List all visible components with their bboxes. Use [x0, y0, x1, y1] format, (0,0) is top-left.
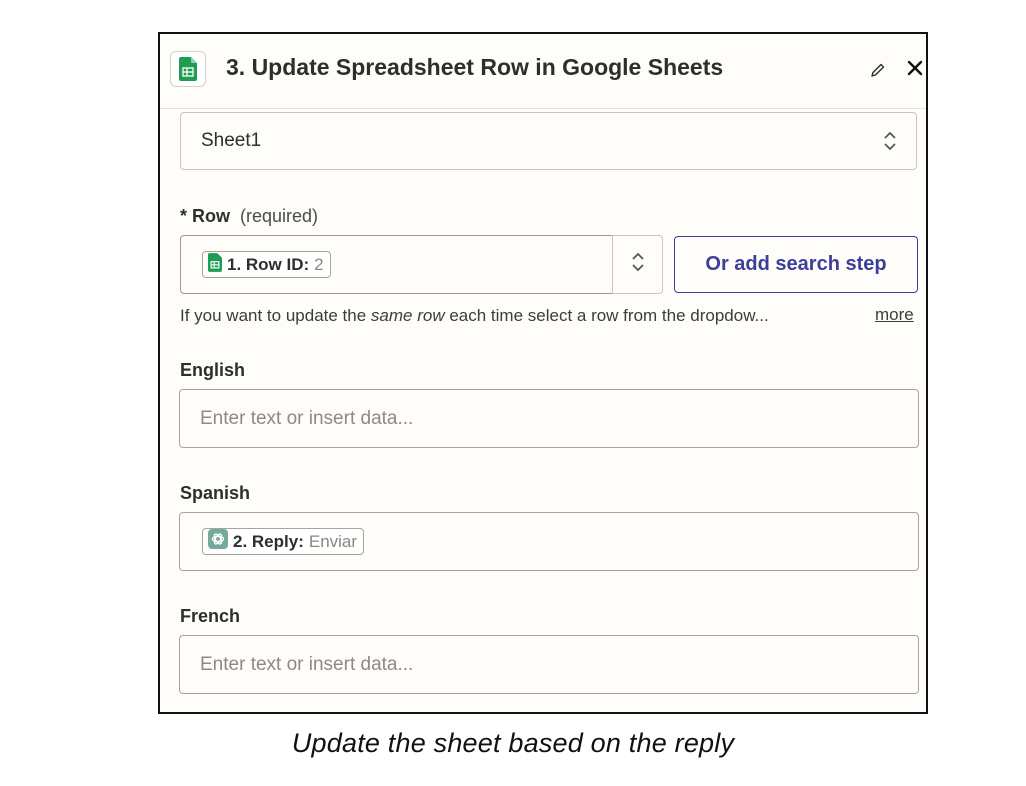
google-sheets-icon [208, 252, 222, 277]
pill-value: 2 [314, 254, 324, 274]
chevron-up-down-icon [882, 129, 898, 158]
row-input[interactable]: 1. Row ID: 2 [180, 235, 612, 294]
spanish-field[interactable]: 2. Reply: Enviar [179, 512, 919, 571]
row-label: * Row (required) [180, 206, 318, 227]
add-search-step-button[interactable]: Or add search step [674, 236, 918, 293]
help-suffix: each time select a row from the dropdow.… [444, 306, 769, 325]
row-id-pill[interactable]: 1. Row ID: 2 [202, 251, 331, 278]
pencil-icon[interactable] [866, 58, 890, 82]
french-label: French [180, 606, 241, 626]
french-input[interactable] [180, 636, 918, 693]
english-field[interactable] [179, 389, 919, 448]
help-prefix: If you want to update the [180, 306, 371, 325]
figure-caption: Update the sheet based on the reply [291, 728, 735, 758]
pill-label: 1. Row ID: [227, 254, 310, 274]
pill-value: Enviar [308, 531, 358, 551]
google-sheets-icon [170, 51, 206, 87]
more-link[interactable]: more [875, 305, 914, 325]
row-label-text: * Row [180, 206, 231, 226]
row-dropdown-toggle[interactable] [612, 235, 663, 294]
row-help-text: If you want to update the same row each … [180, 306, 769, 326]
french-field[interactable] [179, 635, 919, 694]
required-note: (required) [240, 206, 319, 226]
worksheet-select[interactable]: Sheet1 [180, 112, 917, 170]
spanish-label: Spanish [180, 483, 251, 503]
english-label: English [180, 360, 246, 380]
english-input[interactable] [180, 390, 918, 447]
step-editor-panel: 3. Update Spreadsheet Row in Google Shee… [158, 32, 928, 714]
step-title: 3. Update Spreadsheet Row in Google Shee… [226, 54, 724, 80]
panel-header: 3. Update Spreadsheet Row in Google Shee… [160, 34, 926, 109]
close-icon[interactable] [902, 55, 926, 81]
chevron-up-down-icon [630, 250, 646, 279]
pill-label: 2. Reply: [233, 531, 304, 551]
openai-icon [208, 529, 228, 554]
worksheet-select-value: Sheet1 [201, 130, 262, 151]
reply-pill[interactable]: 2. Reply: Enviar [202, 528, 365, 555]
help-emphasis: same row [370, 306, 445, 325]
